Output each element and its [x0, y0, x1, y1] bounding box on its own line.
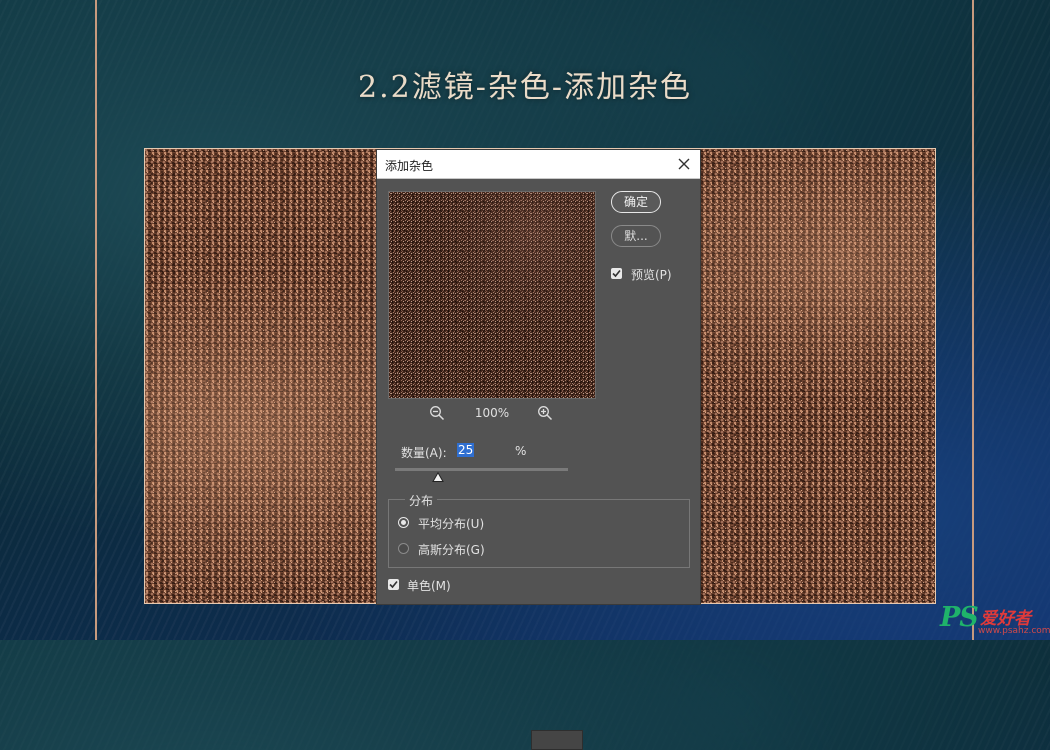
dialog-titlebar[interactable]: 添加杂色 [377, 150, 700, 179]
amount-slider-track[interactable] [395, 468, 568, 471]
distribution-legend: 分布 [405, 492, 438, 509]
monochrome-checkbox[interactable] [388, 579, 399, 590]
filter-preview[interactable] [388, 191, 596, 399]
uniform-radio[interactable] [398, 517, 409, 528]
gaussian-radio[interactable] [398, 543, 409, 554]
gaussian-label[interactable]: 高斯分布(G) [418, 541, 485, 558]
zoom-level: 100% [474, 406, 510, 420]
amount-input-box[interactable] [531, 730, 583, 750]
ok-button[interactable]: 确定 [611, 191, 661, 213]
close-icon[interactable] [676, 156, 692, 172]
checkmark-icon [612, 269, 621, 278]
zoom-out-icon[interactable] [429, 405, 445, 421]
watermark-logo: PS [940, 602, 979, 633]
zoom-in-icon[interactable] [537, 405, 553, 421]
default-button[interactable]: 默... [611, 225, 661, 247]
preview-label[interactable]: 预览(P) [631, 266, 672, 283]
triangle-thumb-icon[interactable] [432, 472, 445, 483]
dialog-title: 添加杂色 [385, 159, 434, 173]
monochrome-label[interactable]: 单色(M) [407, 577, 451, 594]
watermark-url: www.psahz.com [978, 626, 1050, 636]
preview-noise [389, 192, 595, 398]
preview-checkbox[interactable] [611, 268, 622, 279]
zoom-controls: 100% [388, 404, 594, 422]
amount-value[interactable]: 25 [457, 443, 475, 457]
uniform-label[interactable]: 平均分布(U) [418, 515, 484, 532]
amount-unit: % [515, 444, 527, 458]
amount-input[interactable]: 25 [454, 440, 583, 750]
amount-label: 数量(A): [401, 446, 447, 460]
add-noise-dialog: 添加杂色 100% 确定 默... 预览(P) 数量(A): 25 % 分布 平… [377, 150, 700, 750]
checkmark-icon [389, 580, 398, 589]
page-title: 2.2滤镜-杂色-添加杂色 [358, 70, 692, 105]
watermark: PS 爱好者 www.psahz.com [938, 600, 1050, 640]
